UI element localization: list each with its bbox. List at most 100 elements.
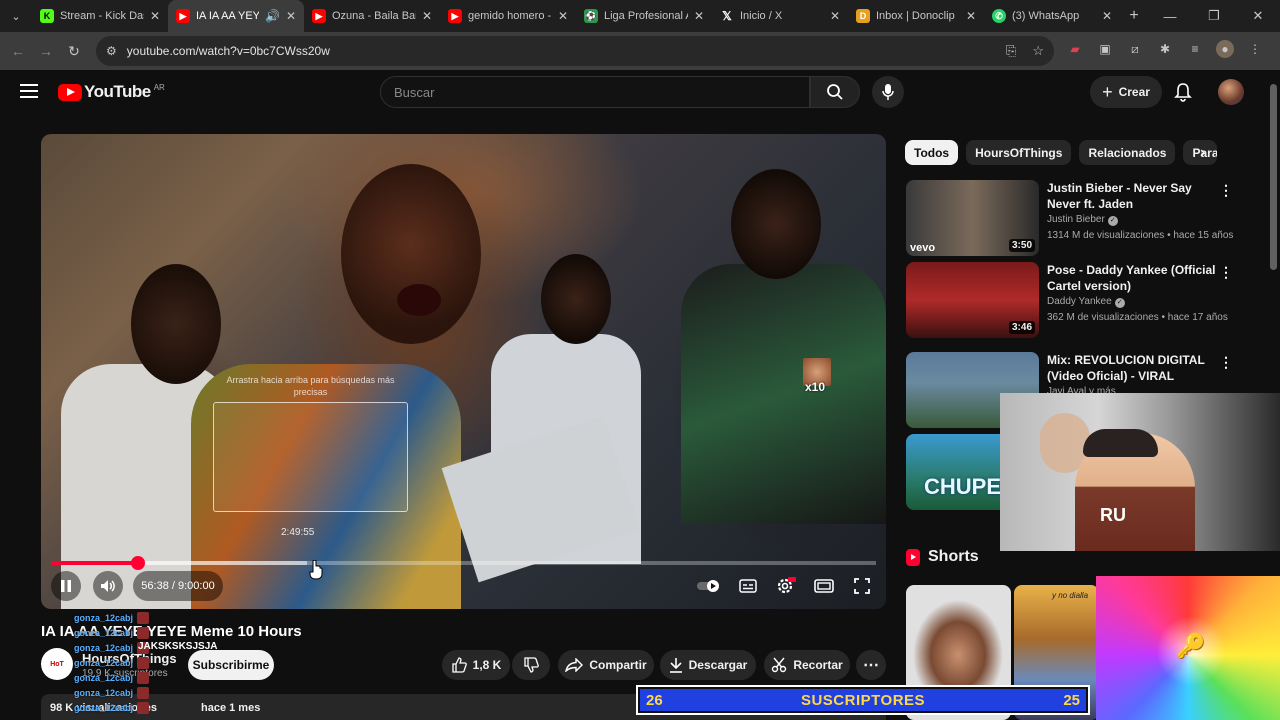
video-player[interactable]: x10 Arrastra hacia arriba para búsquedas… <box>41 134 886 609</box>
seek-preview-time: 2:49:55 <box>281 527 315 538</box>
more-vert-icon[interactable]: ⋮ <box>1219 354 1233 371</box>
window-controls: — ❐ ✕ <box>1148 0 1280 32</box>
close-tab-icon[interactable]: ✕ <box>694 9 704 23</box>
seek-preview-thumbnail <box>213 402 408 512</box>
close-tab-icon[interactable]: ✕ <box>558 9 568 23</box>
channel-line[interactable]: Justin Bieber ✓ <box>1047 214 1118 226</box>
profile-icon[interactable]: ● <box>1216 40 1234 58</box>
channel-line[interactable]: Daddy Yankee ✓ <box>1047 296 1125 308</box>
share-button[interactable]: Compartir <box>558 650 654 680</box>
browser-tab[interactable]: K Stream - Kick Dash ✕ <box>32 0 168 32</box>
browser-tab[interactable]: D Inbox | Donoclip ✕ <box>848 0 984 32</box>
reload-icon[interactable]: ↻ <box>60 43 88 60</box>
webcam-shirt-logo: RU <box>1100 505 1126 525</box>
chip-todos[interactable]: Todos <box>905 140 959 165</box>
search-icon <box>827 84 843 100</box>
youtube-header: YouTube AR Buscar + Crear <box>0 70 1280 114</box>
page-scrollbar[interactable] <box>1270 84 1277 270</box>
pause-button[interactable] <box>51 571 81 601</box>
tab-search-icon[interactable]: ⌄ <box>0 0 32 32</box>
youtube-logo[interactable]: YouTube AR <box>58 82 165 102</box>
back-icon[interactable]: ← <box>4 43 32 59</box>
autoplay-toggle[interactable] <box>691 571 729 601</box>
channel-avatar[interactable]: HoT <box>41 648 73 680</box>
recommended-video[interactable]: vevo 3:50 Justin Bieber - Never Say Neve… <box>906 180 1280 256</box>
forward-icon[interactable]: → <box>32 43 60 59</box>
x-icon: 𝕏 <box>722 9 732 23</box>
drag-hint-text: Arrastra hacia arriba para búsquedas más… <box>226 375 395 397</box>
download-button[interactable]: Descargar <box>660 650 756 680</box>
address-bar[interactable]: ⚙ youtube.com/watch?v=0bc7CWss20w ⎘ ☆ <box>96 36 1054 66</box>
voice-search-button[interactable] <box>872 76 904 108</box>
browser-tab[interactable]: ✆ (3) WhatsApp ✕ <box>984 0 1120 32</box>
tab-title: (3) WhatsApp <box>1012 10 1080 22</box>
kick-icon: K <box>40 9 54 23</box>
close-tab-icon[interactable]: ✕ <box>286 9 296 23</box>
browser-tab[interactable]: ▶ Ozuna - Baila Baila ✕ <box>304 0 440 32</box>
chevron-right-icon[interactable]: › <box>1200 144 1205 162</box>
thumbs-up-icon <box>452 657 467 673</box>
media-controls-icon[interactable]: ≡ <box>1186 40 1204 58</box>
settings-button[interactable] <box>767 571 805 601</box>
account-avatar[interactable] <box>1218 79 1244 105</box>
theater-mode-button[interactable] <box>805 571 843 601</box>
video-thumbnail[interactable]: 3:46 <box>906 262 1039 338</box>
close-tab-icon[interactable]: ✕ <box>1102 9 1112 23</box>
donoclip-icon: D <box>856 9 870 23</box>
progress-played <box>51 561 138 565</box>
install-app-icon[interactable]: ⎘ <box>1006 43 1016 59</box>
browser-tab-active[interactable]: ▶ IA IA AA YEYE 🔊 ✕ <box>168 0 304 32</box>
chat-username: gonza_12cabj <box>74 642 134 653</box>
site-info-icon[interactable]: ⚙ <box>106 44 117 58</box>
chip-hoursofthings[interactable]: HoursOfThings <box>966 140 1072 165</box>
subtitles-button[interactable] <box>729 571 767 601</box>
chat-username: gonza_12cabj <box>74 612 134 623</box>
new-tab-button[interactable]: + <box>1120 7 1148 25</box>
notifications-button[interactable] <box>1174 82 1192 107</box>
shorts-logo-icon <box>906 548 920 566</box>
close-tab-icon[interactable]: ✕ <box>830 9 840 23</box>
tab-title: Inicio / X <box>740 10 783 22</box>
more-vert-icon[interactable]: ⋮ <box>1219 264 1233 281</box>
video-title[interactable]: Pose - Daddy Yankee (Official Cartel ver… <box>1047 262 1227 294</box>
progress-scrubber[interactable] <box>131 556 145 570</box>
chip-relacionados[interactable]: Relacionados <box>1079 140 1176 165</box>
close-tab-icon[interactable]: ✕ <box>966 9 976 23</box>
minimize-icon[interactable]: — <box>1148 0 1192 32</box>
dislike-button[interactable] <box>512 650 550 680</box>
browser-tab[interactable]: ▶ gemido homero - ✕ <box>440 0 576 32</box>
restore-icon[interactable]: ❐ <box>1192 0 1236 32</box>
video-title[interactable]: Mix: REVOLUCION DIGITAL (Video Oficial) … <box>1047 352 1227 384</box>
video-title[interactable]: Justin Bieber - Never Say Never ft. Jade… <box>1047 180 1227 212</box>
close-tab-icon[interactable]: ✕ <box>150 9 160 23</box>
video-figure <box>341 164 481 344</box>
more-vert-icon[interactable]: ⋮ <box>1219 182 1233 199</box>
search-input[interactable]: Buscar <box>380 76 810 108</box>
browser-tab[interactable]: 𝕏 Inicio / X ✕ <box>712 0 848 32</box>
browser-tab[interactable]: ⚽ Liga Profesional A ✕ <box>576 0 712 32</box>
close-tab-icon[interactable]: ✕ <box>422 9 432 23</box>
bookmark-star-icon[interactable]: ☆ <box>1032 43 1044 59</box>
extension-red-icon[interactable]: ▰ <box>1066 40 1084 58</box>
emote-overlay: x10 <box>803 358 831 396</box>
more-actions-button[interactable]: ⋯ <box>856 650 886 680</box>
subscribe-button[interactable]: Subscribirme <box>188 650 274 680</box>
extension-box-icon[interactable]: ▣ <box>1096 40 1114 58</box>
thumbs-down-icon <box>524 657 539 673</box>
volume-button[interactable] <box>93 571 123 601</box>
pause-icon <box>61 580 71 592</box>
video-thumbnail[interactable]: vevo 3:50 <box>906 180 1039 256</box>
recommended-video[interactable]: 3:46 Pose - Daddy Yankee (Official Carte… <box>906 262 1280 338</box>
browser-menu-icon[interactable]: ⋮ <box>1246 40 1264 58</box>
extension-slash-icon[interactable]: ⧄ <box>1126 40 1144 58</box>
sub-goal-left: 26 <box>646 691 663 709</box>
hamburger-menu-icon[interactable] <box>20 84 38 102</box>
clip-button[interactable]: Recortar <box>764 650 850 680</box>
search-button[interactable] <box>810 76 860 108</box>
fullscreen-button[interactable] <box>843 571 881 601</box>
extensions-puzzle-icon[interactable]: ✱ <box>1156 40 1174 58</box>
like-button[interactable]: 1,8 K <box>442 650 510 680</box>
create-button[interactable]: + Crear <box>1090 76 1162 108</box>
close-window-icon[interactable]: ✕ <box>1236 0 1280 32</box>
audio-playing-icon[interactable]: 🔊 <box>265 9 280 23</box>
